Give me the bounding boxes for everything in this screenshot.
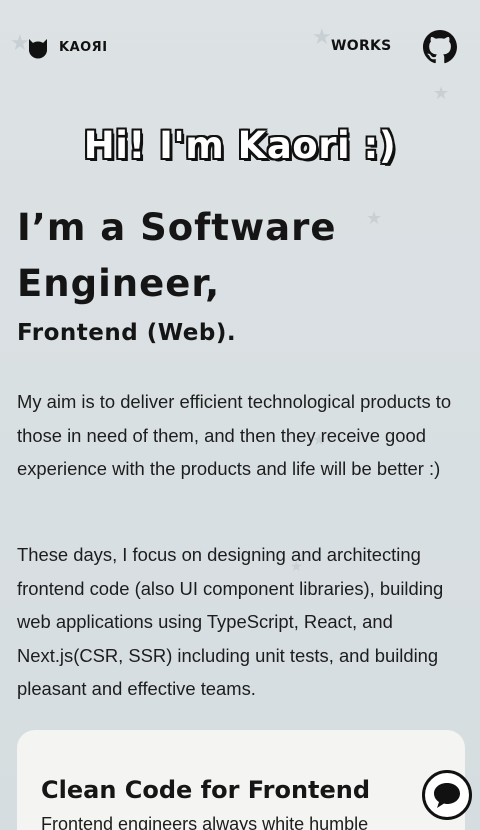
article-card-title: Clean Code for Frontend [41,776,371,804]
brand-name: KAOЯI [59,39,108,55]
article-card[interactable]: Clean Code for Frontend Frontend enginee… [17,730,465,830]
chat-bubble-icon [434,783,460,808]
github-icon[interactable] [423,30,457,64]
article-card-description: Frontend engineers always white humble [41,814,369,830]
top-navigation: KAOЯI WORKS [0,0,480,96]
hero-title: I’m a Software Engineer, [17,206,337,305]
hero-subtitle: Frontend (Web). [17,320,237,346]
chat-button[interactable] [422,770,472,820]
cat-face-icon [29,39,47,59]
greeting-heading: Hi! I'm Kaori :) [83,124,397,167]
intro-paragraph-focus: These days, I focus on designing and arc… [17,544,444,699]
intro-paragraph-aim: My aim is to deliver efficient technolog… [17,391,452,479]
brand-link[interactable]: KAOЯI [27,35,108,59]
nav-works-link[interactable]: WORKS [331,38,392,54]
